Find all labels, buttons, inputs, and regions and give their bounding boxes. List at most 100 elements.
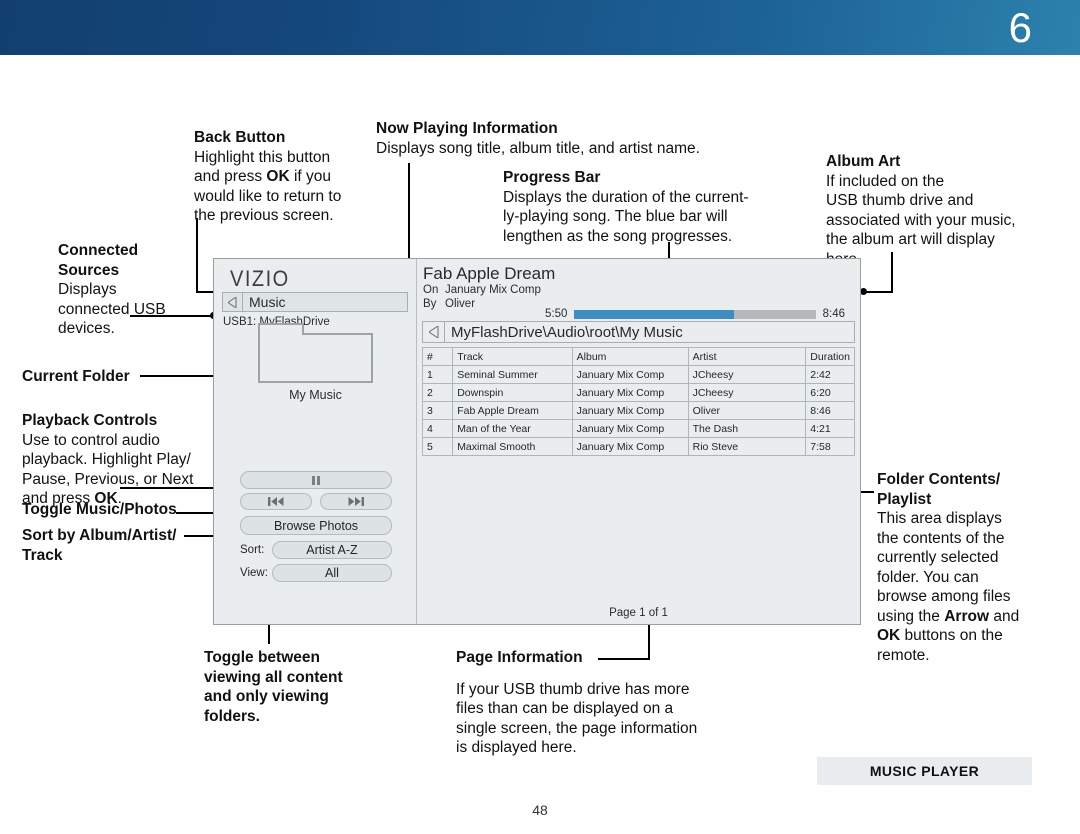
next-button[interactable] (320, 493, 392, 510)
annotation-album-art: Album Art If included on the USB thumb d… (826, 152, 1056, 269)
tv-right-pane: Fab Apple Dream On January Mix Comp By O… (417, 259, 860, 624)
path-bar: MyFlashDrive\Audio\root\My Music (422, 321, 855, 343)
leader-album-art-horizontal (863, 291, 893, 293)
cell-album: January Mix Comp (571, 383, 689, 402)
previous-button[interactable] (240, 493, 312, 510)
now-playing-by-key: By (423, 298, 437, 310)
annotation-folder-contents-line8: remote. (877, 646, 930, 664)
progress-bar-group[interactable]: 5:50 8:46 (545, 308, 845, 320)
cell-artist: The Dash (687, 419, 807, 438)
annotation-album-art-line4: the album art will display (826, 231, 995, 248)
leader-page-information-vertical (648, 620, 650, 659)
sort-value-button[interactable]: Artist A-Z (272, 541, 392, 559)
cell-artist: Oliver (687, 401, 807, 420)
annotation-toggle-view-line3: and only viewing (204, 688, 329, 705)
table-row[interactable]: 5 Maximal Smooth January Mix Comp Rio St… (421, 437, 855, 456)
now-playing-song-title: Fab Apple Dream (423, 264, 556, 283)
total-time: 8:46 (822, 308, 845, 320)
cell-duration: 8:46 (805, 401, 855, 420)
annotation-connected-sources-line3: devices. (58, 320, 115, 337)
table-header-number: # (421, 347, 454, 366)
table-header-album: Album (571, 347, 689, 366)
current-folder-item[interactable]: My Music (258, 323, 373, 402)
annotation-sort-by: Sort by Album/Artist/ Track (22, 526, 222, 565)
cell-artist: JCheesy (687, 365, 807, 384)
cell-number: 1 (421, 365, 454, 384)
back-arrow-icon[interactable] (223, 293, 243, 311)
table-row[interactable]: 3 Fab Apple Dream January Mix Comp Olive… (421, 401, 855, 420)
annotation-sort-by-title2: Track (22, 546, 63, 564)
leader-album-art-vertical (891, 252, 893, 292)
table-row[interactable]: 4 Man of the Year January Mix Comp The D… (421, 419, 855, 438)
cell-duration: 4:21 (805, 419, 855, 438)
screen-title-label: Music (249, 294, 286, 310)
page-number: 48 (532, 802, 548, 818)
folder-icon (258, 323, 373, 383)
annotation-back-button-line1: Highlight this button (194, 148, 331, 166)
folder-name-label: My Music (289, 388, 342, 402)
sort-row: Sort: Artist A-Z (240, 541, 392, 559)
leader-album-art-dot (860, 288, 867, 295)
annotation-current-folder-title: Current Folder (22, 368, 130, 385)
now-playing-artist: Oliver (445, 298, 476, 310)
annotation-album-art-line1: If included on the (826, 172, 945, 190)
annotation-playback-controls-line1: Use to control audio (22, 431, 160, 449)
annotation-playback-controls-title: Playback Controls (22, 412, 158, 429)
annotation-folder-contents-title2: Playlist (877, 490, 932, 508)
annotation-back-button: Back Button Highlight this button and pr… (194, 128, 369, 226)
view-value-button[interactable]: All (272, 564, 392, 582)
cell-album: January Mix Comp (571, 437, 689, 456)
path-back-arrow-icon[interactable] (423, 322, 445, 342)
annotation-progress-bar-line3: lengthen as the song progresses. (503, 227, 733, 245)
annotation-album-art-line3: associated with your music, (826, 211, 1016, 229)
cell-track: Downspin (452, 383, 573, 402)
annotation-folder-contents-line3: currently selected (877, 549, 999, 566)
annotation-toggle-view: Toggle between viewing all content and o… (204, 648, 394, 726)
elapsed-time: 5:50 (545, 308, 568, 320)
annotation-now-playing: Now Playing Information Displays song ti… (376, 119, 796, 158)
annotation-page-information-line3: single screen, the page information (456, 719, 698, 737)
table-row[interactable]: 2 Downspin January Mix Comp JCheesy 6:20 (421, 383, 855, 402)
cell-track: Fab Apple Dream (452, 401, 573, 420)
annotation-page-information-line1: If your USB thumb drive has more (456, 680, 690, 698)
annotation-folder-contents-line2: the contents of the (877, 529, 1005, 547)
annotation-toggle-music-photos-title: Toggle Music/Photos (22, 501, 177, 518)
tv-screen: VIZIO Music USB1: MyFlashDrive My Music (213, 258, 861, 625)
annotation-connected-sources: Connected Sources Displays connected USB… (58, 241, 188, 339)
playback-controls-group: Browse Photos Sort: Artist A-Z View: All (240, 471, 392, 587)
table-header-track: Track (452, 347, 573, 366)
annotation-now-playing-body: Displays song title, album title, and ar… (376, 139, 700, 157)
annotation-back-button-title: Back Button (194, 129, 286, 146)
annotation-connected-sources-line1: Displays (58, 281, 117, 298)
cell-number: 3 (421, 401, 454, 420)
leader-back-button-vertical (196, 218, 198, 292)
annotation-connected-sources-title2: Sources (58, 261, 120, 279)
play-pause-button[interactable] (240, 471, 392, 489)
cell-track: Man of the Year (452, 419, 573, 438)
annotation-folder-contents-line5: browse among files (877, 588, 1011, 605)
annotation-folder-contents-line4: folder. You can (877, 568, 979, 586)
view-row: View: All (240, 564, 392, 582)
now-playing-album-row: On January Mix Comp (423, 283, 555, 297)
section-badge: MUSIC PLAYER (817, 757, 1032, 785)
browse-photos-button[interactable]: Browse Photos (240, 516, 392, 535)
annotation-progress-bar-title: Progress Bar (503, 169, 601, 186)
annotation-folder-contents-line6: using the Arrow and (877, 607, 1020, 625)
annotation-progress-bar-line2: ly-playing song. The blue bar will (503, 208, 728, 225)
table-header-row: # Track Album Artist Duration (421, 347, 855, 366)
manual-page: 6 Back Button Highlight this button and … (0, 0, 1080, 834)
progress-track[interactable] (574, 309, 816, 319)
sort-label: Sort: (240, 544, 265, 556)
annotation-playback-controls-line2: playback. Highlight Play/ (22, 451, 191, 468)
leader-connected-sources (130, 315, 214, 317)
chapter-number: 6 (1008, 4, 1032, 51)
cell-artist: JCheesy (687, 383, 807, 402)
annotation-folder-contents-title1: Folder Contents/ (877, 471, 1001, 488)
annotation-toggle-view-line4: folders. (204, 707, 260, 725)
annotation-toggle-music-photos: Toggle Music/Photos (22, 500, 177, 520)
annotation-progress-bar-line1: Displays the duration of the current- (503, 188, 749, 206)
cell-duration: 6:20 (805, 383, 855, 402)
vizio-logo: VIZIO (230, 267, 290, 292)
table-row[interactable]: 1 Seminal Summer January Mix Comp JChees… (421, 365, 855, 384)
tv-left-pane: VIZIO Music USB1: MyFlashDrive My Music (214, 259, 417, 624)
